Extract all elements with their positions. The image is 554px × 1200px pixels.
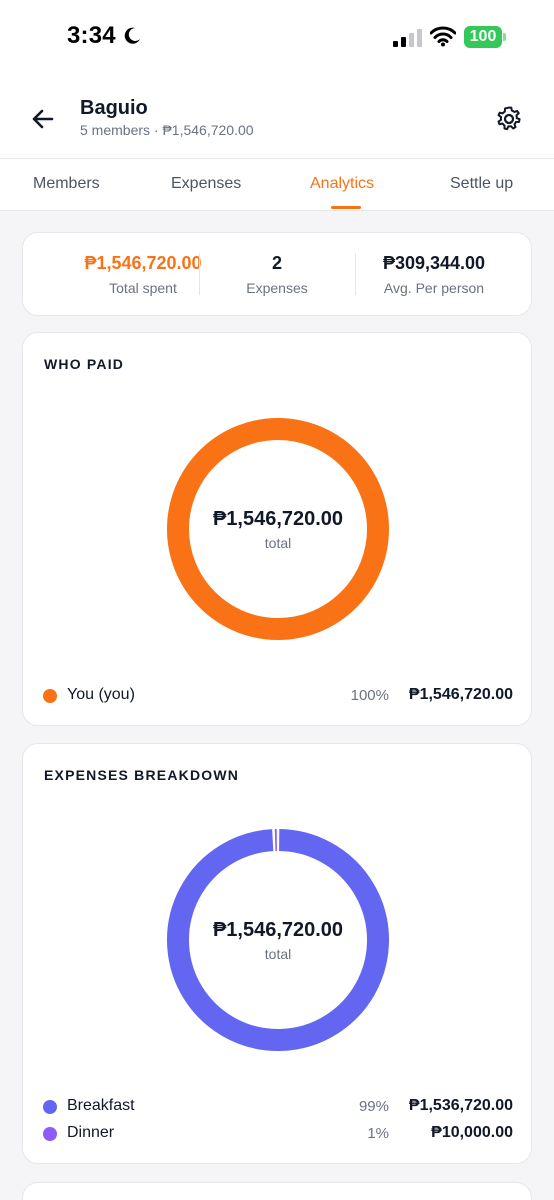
active-tab-indicator (331, 206, 361, 209)
tab-members[interactable]: Members (33, 175, 100, 193)
tab-expenses[interactable]: Expenses (171, 175, 241, 193)
stat-value: 2 (271, 253, 282, 273)
stat-avg-per-person: ₱309,344.00 Avg. Per person (349, 253, 519, 296)
stat-label: Avg. Per person (383, 280, 485, 296)
next-section-card (22, 1182, 532, 1200)
summary-card: ₱1,546,720.00 Total spent 2 Expenses ₱30… (22, 232, 532, 316)
status-time: 3:34 (67, 22, 116, 49)
legend-item: You (you) 100% ₱1,546,720.00 (43, 685, 513, 707)
legend-name: You (you) (67, 686, 135, 703)
donut-caption: total (264, 535, 292, 551)
donut-total: ₱1,546,720.00 (212, 919, 344, 941)
section-title: WHO PAID (44, 356, 125, 372)
legend-amount: ₱1,546,720.00 (408, 686, 513, 703)
legend-amount: ₱10,000.00 (431, 1124, 513, 1141)
expenses-breakdown-card: EXPENSES BREAKDOWN ₱1,546,720.00 total B… (22, 743, 532, 1164)
section-title: EXPENSES BREAKDOWN (44, 767, 240, 783)
legend-item: Dinner 1% ₱10,000.00 (43, 1123, 513, 1145)
legend-name: Breakfast (67, 1097, 135, 1114)
legend-name: Dinner (67, 1124, 115, 1141)
donut-total: ₱1,546,720.00 (212, 508, 344, 530)
legend-item: Breakfast 99% ₱1,536,720.00 (43, 1096, 513, 1118)
legend-dot (43, 1100, 57, 1114)
status-bar: 3:34 100 (0, 0, 554, 78)
tab-bar: Members Expenses Analytics Settle up (0, 159, 554, 211)
wifi-icon (430, 26, 456, 47)
group-header: Baguio 5 members · ₱1,546,720.00 (0, 78, 554, 159)
tab-analytics[interactable]: Analytics (310, 175, 374, 193)
donut-center: ₱1,546,720.00 total (178, 508, 378, 551)
gear-icon[interactable] (494, 104, 524, 134)
cellular-signal-icon (393, 29, 422, 47)
moon-icon (124, 27, 140, 44)
legend-percent: 100% (350, 687, 389, 704)
stat-value: ₱309,344.00 (382, 253, 486, 273)
back-arrow-icon[interactable] (28, 104, 58, 134)
legend-percent: 99% (358, 1098, 389, 1115)
stat-expenses: 2 Expenses (192, 253, 362, 296)
legend-percent: 1% (367, 1125, 389, 1142)
donut-center: ₱1,546,720.00 total (178, 919, 378, 962)
legend-dot (43, 1127, 57, 1141)
donut-caption: total (264, 946, 292, 962)
who-paid-card: WHO PAID ₱1,546,720.00 total You (you) 1… (22, 332, 532, 726)
battery-icon: 100 (464, 26, 506, 48)
battery-level: 100 (464, 26, 502, 48)
group-subtitle: 5 members · ₱1,546,720.00 (80, 122, 254, 138)
group-title: Baguio (80, 97, 148, 119)
legend-dot (43, 689, 57, 703)
legend-amount: ₱1,536,720.00 (408, 1097, 513, 1114)
tab-settle-up[interactable]: Settle up (450, 175, 513, 193)
stat-label: Expenses (246, 280, 308, 296)
